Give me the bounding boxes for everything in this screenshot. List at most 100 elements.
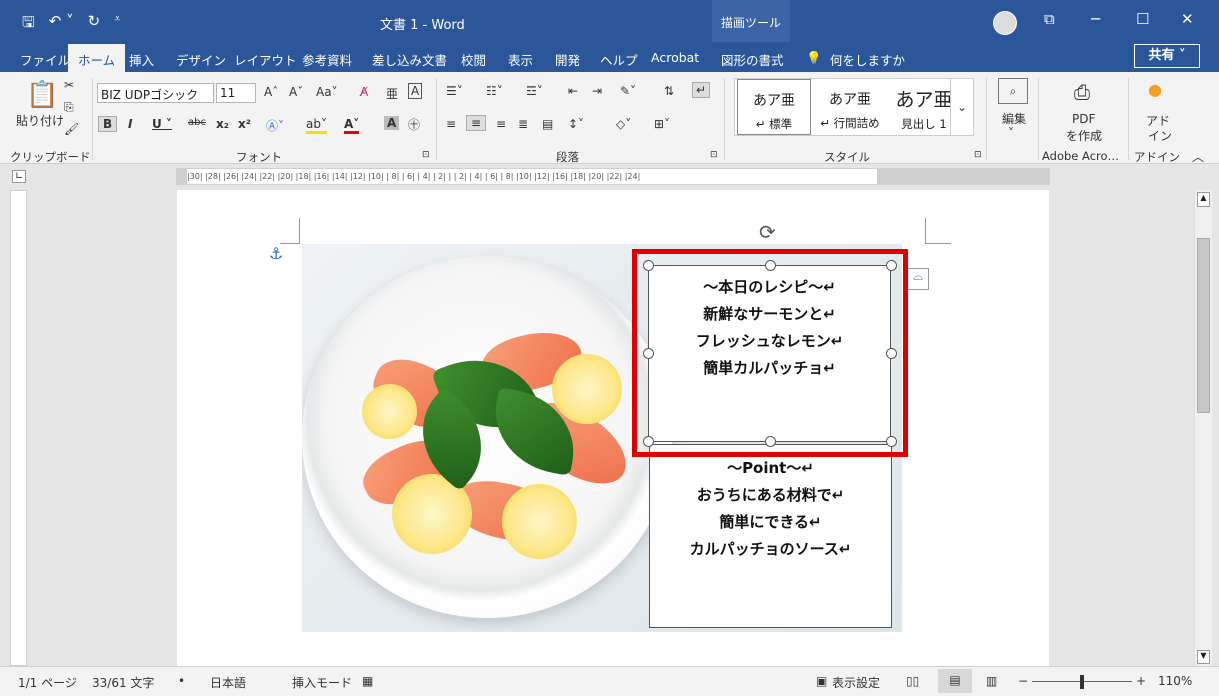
zoom-slider-thumb[interactable] (1080, 675, 1084, 689)
font-dialog-launcher-icon[interactable]: ⊡ (422, 150, 430, 160)
ribbon-display-options-icon[interactable]: ⧉ (1044, 10, 1055, 28)
restore-button[interactable]: ☐ (1136, 10, 1149, 28)
line-spacing-icon[interactable]: ↕˅ (568, 117, 584, 131)
create-pdf-line1[interactable]: PDF (1072, 112, 1095, 126)
layout-options-icon[interactable]: ⌓ (907, 268, 929, 290)
cut-icon[interactable]: ✂ (64, 78, 74, 92)
tab-developer[interactable]: 開発 (555, 50, 580, 69)
tab-layout[interactable]: レイアウト (234, 50, 297, 69)
tell-me-search[interactable]: 何をしますか (830, 50, 905, 69)
copy-icon[interactable]: ⎘ (64, 100, 74, 115)
asian-layout-icon[interactable]: ✎˅ (620, 84, 636, 98)
align-center-icon[interactable]: ≡ (466, 115, 487, 131)
align-right-icon[interactable]: ≡ (496, 117, 506, 131)
superscript-icon[interactable]: x² (238, 117, 251, 131)
language[interactable]: 日本語 (210, 674, 246, 691)
style-normal[interactable]: あア亜 ↵ 標準 (737, 79, 811, 135)
minimize-button[interactable]: ─ (1091, 10, 1100, 28)
highlight-color-icon[interactable]: ab˅ (306, 117, 327, 134)
multilevel-list-icon[interactable]: ☲˅ (526, 84, 543, 98)
macro-recording-icon[interactable]: ▦ (362, 674, 373, 688)
insert-mode[interactable]: 挿入モード (292, 674, 352, 691)
tab-help[interactable]: ヘルプ (600, 50, 638, 69)
tab-view[interactable]: 表示 (508, 50, 533, 69)
sort-icon[interactable]: ⇅ (664, 84, 674, 98)
change-case-icon[interactable]: Aa˅ (316, 85, 338, 99)
distributed-icon[interactable]: ▤ (542, 117, 553, 131)
addins-icon[interactable]: ● (1148, 80, 1162, 99)
editing-dropdown-icon[interactable]: ˅ (1008, 126, 1014, 140)
scroll-down-icon[interactable]: ▼ (1197, 650, 1210, 664)
display-settings[interactable]: 表示設定 (832, 674, 880, 691)
tab-insert[interactable]: 挿入 (129, 50, 154, 69)
zoom-out-icon[interactable]: − (1018, 674, 1028, 688)
tab-design[interactable]: デザイン (176, 50, 226, 69)
zoom-in-icon[interactable]: + (1136, 674, 1146, 688)
read-mode-icon[interactable]: ▯▯ (906, 674, 919, 688)
web-layout-icon[interactable]: ▥ (986, 674, 997, 688)
underline-icon[interactable]: U ˅ (152, 117, 172, 131)
shrink-font-icon[interactable]: Aˇ (289, 85, 303, 99)
subscript-icon[interactable]: x₂ (216, 117, 229, 131)
style-no-spacing[interactable]: あア亜 ↵ 行間詰め (813, 79, 887, 135)
styles-dialog-launcher-icon[interactable]: ⊡ (974, 150, 982, 160)
character-border-icon[interactable]: A (408, 83, 423, 99)
create-pdf-icon[interactable]: ⎙ (1074, 80, 1090, 104)
enclosed-characters-icon[interactable]: ㊉ (408, 116, 420, 133)
tab-references[interactable]: 参考資料 (302, 50, 352, 69)
page-count[interactable]: 1/1 ページ (18, 674, 77, 691)
tab-shape-format[interactable]: 図形の書式 (721, 50, 784, 69)
font-name-box[interactable]: BIZ UDPゴシック (97, 83, 214, 103)
save-icon[interactable]: 🖫 (22, 12, 35, 37)
italic-icon[interactable]: I (128, 117, 132, 131)
bold-icon[interactable]: B (98, 116, 118, 132)
tab-review[interactable]: 校閲 (461, 50, 486, 69)
rotate-handle-icon[interactable]: ⟳ (759, 220, 776, 244)
share-button[interactable]: 共有 ˅ (1134, 44, 1200, 68)
paragraph-dialog-launcher-icon[interactable]: ⊡ (710, 150, 718, 160)
display-settings-icon[interactable]: ▣ (816, 674, 827, 688)
clear-formatting-icon[interactable]: A̸ (360, 85, 368, 99)
customize-qat-icon[interactable]: ⩡ (114, 12, 120, 37)
addins-line2[interactable]: イン (1148, 127, 1172, 144)
vertical-ruler[interactable] (10, 190, 27, 666)
decrease-indent-icon[interactable]: ⇤ (568, 84, 578, 98)
tab-file[interactable]: ファイル (20, 50, 70, 69)
scroll-thumb[interactable] (1197, 238, 1210, 413)
bullets-icon[interactable]: ☰˅ (446, 84, 463, 98)
point-textbox[interactable]: ～Point～↵ おうちにある材料で↵ 簡単にできる↵ カルパッチョのソース↵ (649, 444, 892, 628)
editing-label[interactable]: 編集 (1002, 110, 1026, 127)
create-pdf-line2[interactable]: を作成 (1066, 127, 1102, 144)
tab-selector-icon[interactable]: ∟ (12, 170, 27, 183)
horizontal-ruler[interactable]: |30| |28| |26| |24| |22| |20| |18| |16| … (176, 168, 1050, 185)
numbering-icon[interactable]: ☷˅ (486, 84, 503, 98)
find-icon[interactable]: ⌕ (998, 78, 1028, 104)
font-size-box[interactable]: 11 (216, 83, 256, 103)
scroll-up-icon[interactable]: ▲ (1197, 192, 1210, 207)
zoom-level[interactable]: 110% (1158, 674, 1192, 688)
shading-icon[interactable]: ◇˅ (616, 117, 631, 131)
undo-icon[interactable]: ↶ ˅ (49, 12, 74, 37)
user-avatar[interactable] (993, 11, 1017, 35)
styles-more-icon[interactable]: ⌄ (950, 78, 974, 136)
text-effects-icon[interactable]: Ⓐ˅ (266, 117, 284, 134)
format-painter-icon[interactable]: 🖌 (64, 122, 79, 136)
phonetic-guide-icon[interactable]: 亜 (386, 85, 398, 102)
redo-icon[interactable]: ↻ (88, 12, 101, 37)
word-count[interactable]: 33/61 文字 (92, 674, 154, 691)
character-shading-icon[interactable]: A (384, 116, 400, 130)
grow-font-icon[interactable]: Aˆ (264, 85, 278, 99)
show-formatting-marks-icon[interactable]: ↵ (692, 82, 711, 98)
font-color-icon[interactable]: A˅ (344, 117, 360, 134)
paste-icon[interactable]: 📋 (26, 80, 58, 110)
borders-icon[interactable]: ⊞˅ (654, 117, 670, 131)
tab-mailings[interactable]: 差し込み文書 (372, 50, 447, 69)
strikethrough-icon[interactable]: abc (188, 117, 206, 128)
increase-indent-icon[interactable]: ⇥ (592, 84, 602, 98)
tab-home[interactable]: ホーム (68, 44, 126, 72)
collapse-ribbon-icon[interactable]: ︿ (1192, 148, 1204, 165)
tab-acrobat[interactable]: Acrobat (651, 50, 699, 65)
align-left-icon[interactable]: ≡ (446, 117, 456, 131)
paste-label[interactable]: 貼り付け (16, 112, 64, 129)
close-button[interactable]: ✕ (1181, 10, 1194, 28)
